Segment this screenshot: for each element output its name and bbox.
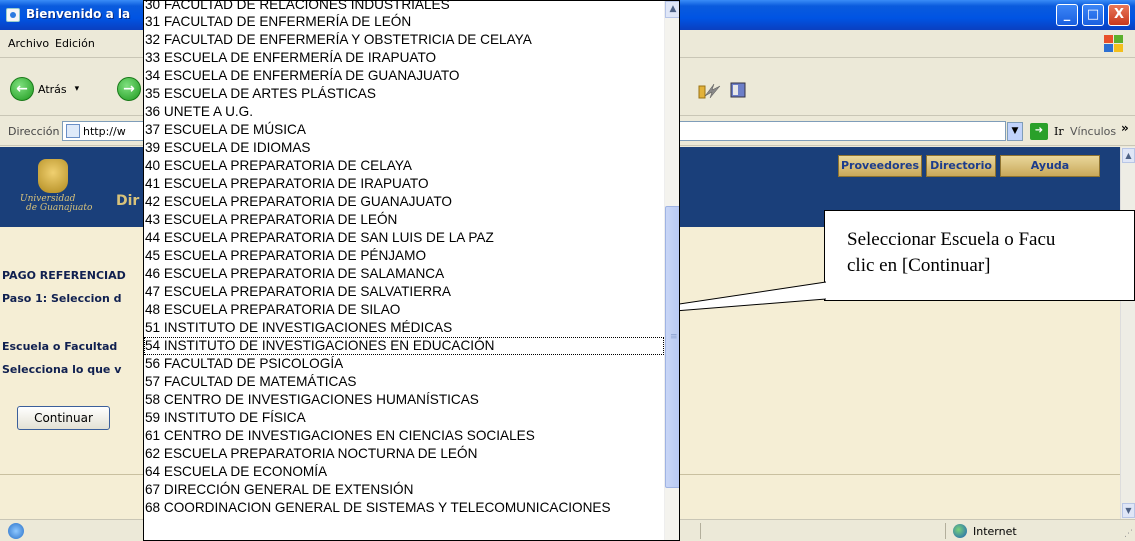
- address-url: http://w: [83, 125, 126, 138]
- dropdown-scroll-thumb[interactable]: [665, 206, 679, 488]
- continuar-button[interactable]: Continuar: [17, 406, 110, 430]
- dropdown-option[interactable]: 41 ESCUELA PREPARATORIA DE IRAPUATO: [144, 175, 664, 193]
- proveedores-button[interactable]: Proveedores: [838, 155, 922, 177]
- scroll-up-icon[interactable]: ▲: [1122, 148, 1135, 163]
- dropdown-option[interactable]: 31 FACULTAD DE ENFERMERÍA DE LEÓN: [144, 13, 664, 31]
- close-button[interactable]: X: [1108, 4, 1130, 26]
- dropdown-option[interactable]: 40 ESCUELA PREPARATORIA DE CELAYA: [144, 157, 664, 175]
- go-button[interactable]: Ir: [1054, 125, 1064, 138]
- dropdown-option[interactable]: 68 COORDINACION GENERAL DE SISTEMAS Y TE…: [144, 499, 664, 517]
- dropdown-option[interactable]: 62 ESCUELA PREPARATORIA NOCTURNA DE LEÓN: [144, 445, 664, 463]
- ie-app-icon: [6, 8, 20, 22]
- ayuda-button[interactable]: Ayuda: [1000, 155, 1100, 177]
- dropdown-option[interactable]: 57 FACULTAD DE MATEMÁTICAS: [144, 373, 664, 391]
- security-zone: Internet: [973, 525, 1017, 538]
- dropdown-option[interactable]: 35 ESCUELA DE ARTES PLÁSTICAS: [144, 85, 664, 103]
- escuela-label: Escuela o Facultad: [2, 340, 118, 353]
- ie-status-icon: [8, 523, 24, 539]
- back-label: Atrás: [38, 82, 67, 96]
- back-dropdown-icon[interactable]: ▾: [75, 84, 80, 94]
- callout-line-2: clic en [Continuar]: [847, 255, 991, 276]
- address-label: Dirección: [8, 125, 60, 138]
- paso-1-label: Paso 1: Seleccion d: [2, 292, 122, 305]
- resize-grip-icon[interactable]: ⋰: [1124, 529, 1133, 539]
- escuela-dropdown-list[interactable]: 30 FACULTAD DE RELACIONES INDUSTRIALES 31…: [143, 0, 680, 541]
- dropdown-option[interactable]: 32 FACULTAD DE ENFERMERÍA Y OBSTETRICIA …: [144, 31, 664, 49]
- dropdown-option[interactable]: 54 INSTITUTO DE INVESTIGACIONES EN EDUCA…: [144, 337, 664, 355]
- dropdown-option[interactable]: 42 ESCUELA PREPARATORIA DE GUANAJUATO: [144, 193, 664, 211]
- windows-logo-icon: [1103, 34, 1125, 54]
- back-button[interactable]: ← Atrás ▾: [10, 76, 79, 102]
- callout-line-1: Seleccionar Escuela o Facu: [847, 229, 1056, 250]
- window-title: Bienvenido a la: [26, 7, 131, 21]
- links-label[interactable]: Vínculos: [1070, 125, 1116, 138]
- directorio-button[interactable]: Directorio: [926, 155, 996, 177]
- page-icon: [66, 124, 80, 138]
- scroll-down-icon[interactable]: ▼: [1122, 503, 1135, 518]
- selecciona-label: Selecciona lo que v: [2, 363, 122, 376]
- dropdown-option[interactable]: 61 CENTRO DE INVESTIGACIONES EN CIENCIAS…: [144, 427, 664, 445]
- dropdown-option[interactable]: 64 ESCUELA DE ECONOMÍA: [144, 463, 664, 481]
- back-arrow-icon: ←: [10, 77, 34, 101]
- dropdown-option[interactable]: 44 ESCUELA PREPARATORIA DE SAN LUIS DE L…: [144, 229, 664, 247]
- dropdown-option[interactable]: 34 ESCUELA DE ENFERMERÍA DE GUANAJUATO: [144, 67, 664, 85]
- minimize-button[interactable]: _: [1056, 4, 1078, 26]
- header-title: Dir: [116, 193, 140, 209]
- university-seal-icon: [38, 159, 68, 193]
- dropdown-option[interactable]: 56 FACULTAD DE PSICOLOGÍA: [144, 355, 664, 373]
- links-chevron-icon[interactable]: »: [1121, 121, 1129, 135]
- menu-archivo[interactable]: Archivo: [8, 37, 49, 50]
- dropdown-scrollbar[interactable]: ▲: [664, 1, 679, 540]
- university-name: Universidad de Guanajuato: [20, 194, 93, 213]
- media-icon[interactable]: [728, 80, 750, 100]
- dropdown-option[interactable]: 48 ESCUELA PREPARATORIA DE SILAO: [144, 301, 664, 319]
- dropdown-option[interactable]: 43 ESCUELA PREPARATORIA DE LEÓN: [144, 211, 664, 229]
- dropdown-option[interactable]: 59 INSTITUTO DE FÍSICA: [144, 409, 664, 427]
- go-arrow-icon[interactable]: ➜: [1030, 123, 1048, 140]
- dropdown-option[interactable]: 45 ESCUELA PREPARATORIA DE PÉNJAMO: [144, 247, 664, 265]
- dropdown-option[interactable]: 47 ESCUELA PREPARATORIA DE SALVATIERRA: [144, 283, 664, 301]
- dropdown-option[interactable]: 36 UNETE A U.G.: [144, 103, 664, 121]
- address-dropdown-icon[interactable]: ▼: [1007, 122, 1023, 141]
- dropdown-option[interactable]: 33 ESCUELA DE ENFERMERÍA DE IRAPUATO: [144, 49, 664, 67]
- dropdown-option[interactable]: 46 ESCUELA PREPARATORIA DE SALAMANCA: [144, 265, 664, 283]
- dropdown-option[interactable]: 37 ESCUELA DE MÚSICA: [144, 121, 664, 139]
- lightning-icon[interactable]: [702, 80, 724, 100]
- dropdown-option[interactable]: 58 CENTRO DE INVESTIGACIONES HUMANÍSTICA…: [144, 391, 664, 409]
- maximize-button[interactable]: □: [1082, 4, 1104, 26]
- dropdown-options: 30 FACULTAD DE RELACIONES INDUSTRIALES 31…: [144, 1, 664, 517]
- pago-referenciado-heading: PAGO REFERENCIAD: [2, 269, 126, 282]
- instruction-callout: Seleccionar Escuela o Facu clic en [Cont…: [824, 210, 1135, 301]
- dropdown-option[interactable]: 51 INSTITUTO DE INVESTIGACIONES MÉDICAS: [144, 319, 664, 337]
- dropdown-option[interactable]: 39 ESCUELA DE IDIOMAS: [144, 139, 664, 157]
- globe-icon: [953, 524, 967, 538]
- dropdown-option[interactable]: 30 FACULTAD DE RELACIONES INDUSTRIALES: [144, 1, 664, 13]
- dropdown-scroll-up-icon[interactable]: ▲: [665, 1, 679, 18]
- menu-edicion[interactable]: Edición: [55, 37, 95, 50]
- page-scrollbar[interactable]: ▲ ▼: [1120, 147, 1135, 519]
- forward-arrow-icon[interactable]: →: [117, 77, 141, 101]
- dropdown-option[interactable]: 67 DIRECCIÓN GENERAL DE EXTENSIÓN: [144, 481, 664, 499]
